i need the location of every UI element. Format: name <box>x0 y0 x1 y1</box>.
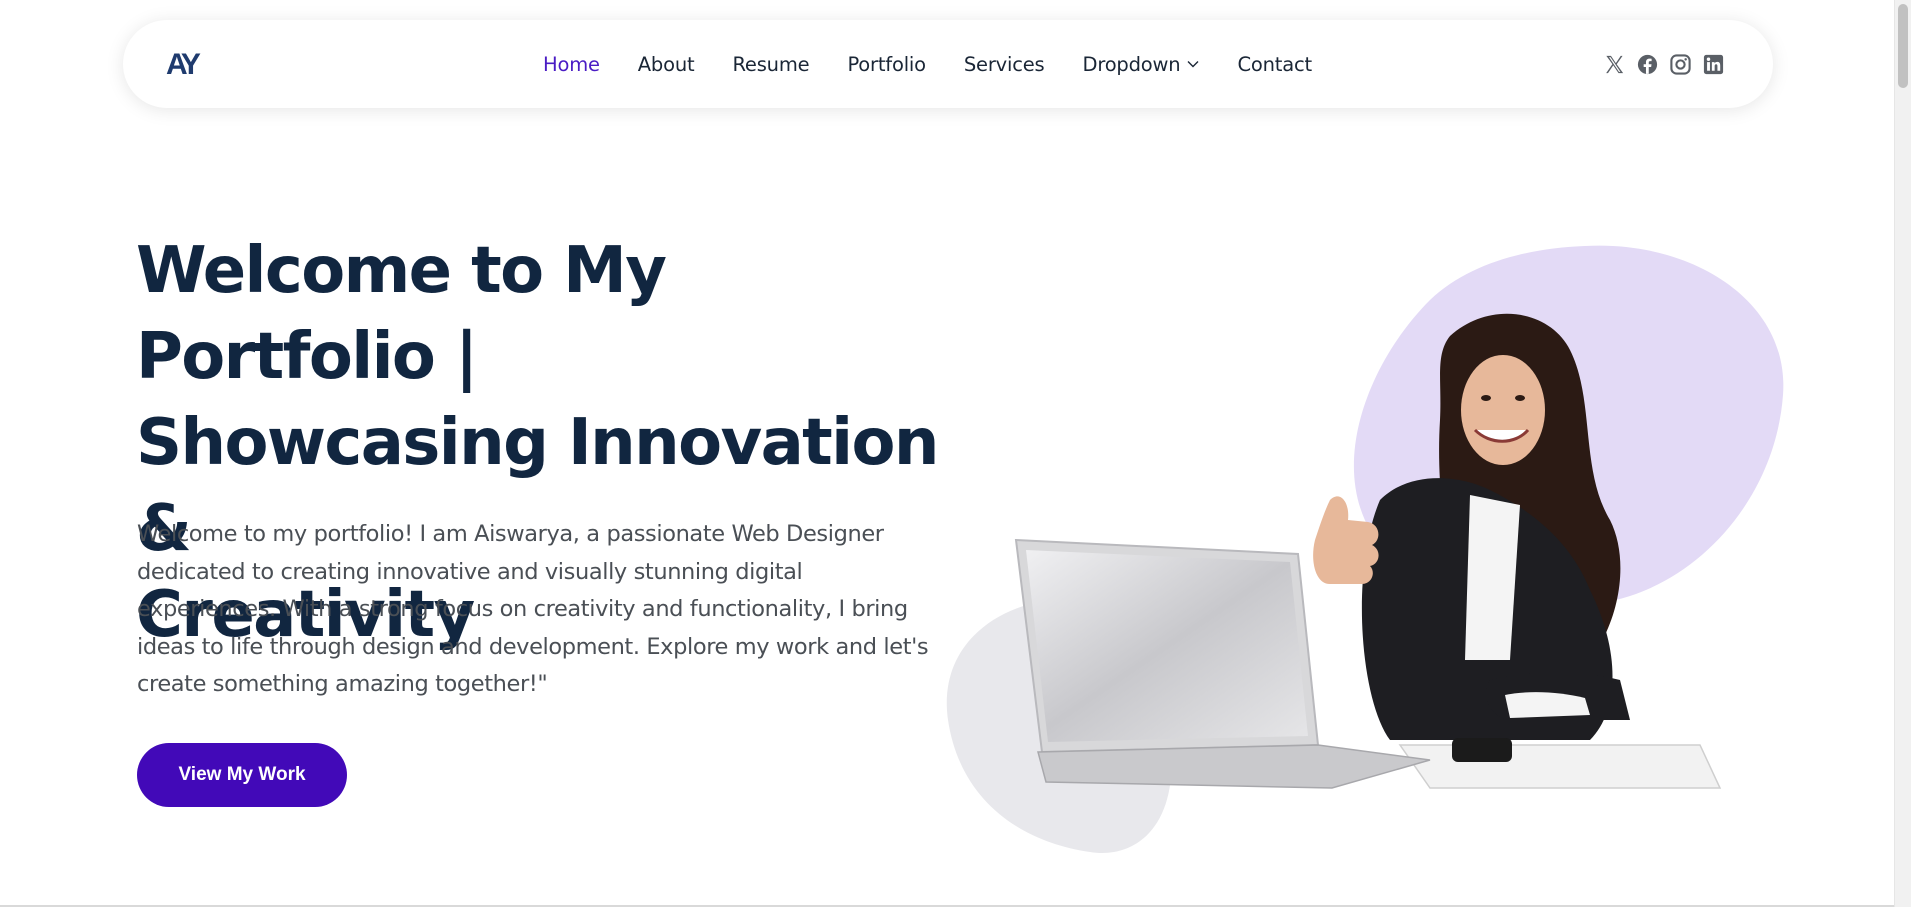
nav-dropdown-label: Dropdown <box>1082 52 1181 76</box>
nav-contact[interactable]: Contact <box>1237 52 1312 76</box>
desk-paper <box>1398 744 1722 789</box>
svg-text:AY: AY <box>166 48 201 80</box>
nav-home[interactable]: Home <box>543 53 600 76</box>
nav-about-label: About <box>637 52 695 76</box>
nav-resume-label: Resume <box>732 52 810 76</box>
nav-resume[interactable]: Resume <box>732 53 809 76</box>
nav-about[interactable]: About <box>638 53 695 76</box>
phone <box>1452 738 1512 762</box>
scrollbar-thumb[interactable] <box>1898 4 1908 88</box>
view-my-work-label: View My Work <box>178 764 306 785</box>
nav-services[interactable]: Services <box>964 53 1045 76</box>
social-links <box>1603 53 1725 76</box>
laptop-base <box>1037 744 1431 789</box>
main-nav: Home About Resume Portfolio Services Dro… <box>543 20 1350 108</box>
nav-services-label: Services <box>963 52 1045 76</box>
facebook-icon[interactable] <box>1636 53 1659 76</box>
hero-illustration <box>946 245 1784 854</box>
nav-contact-label: Contact <box>1237 52 1312 76</box>
nav-portfolio-label: Portfolio <box>847 52 926 76</box>
page-scrollbar[interactable] <box>1894 0 1911 907</box>
nav-home-label: Home <box>543 52 600 76</box>
nav-dropdown[interactable]: Dropdown <box>1083 53 1200 76</box>
chevron-down-icon <box>1187 61 1199 68</box>
instagram-icon[interactable] <box>1669 53 1692 76</box>
hero-description: Welcome to my portfolio! I am Aiswarya, … <box>137 521 929 697</box>
linkedin-icon[interactable] <box>1702 53 1725 76</box>
person-face <box>1461 355 1545 465</box>
nav-portfolio[interactable]: Portfolio <box>847 52 926 76</box>
site-header: AY Home About Resume Portfolio Services … <box>123 20 1773 108</box>
hero-title-line-1: Welcome to My Portfolio | <box>136 234 667 394</box>
view-my-work-button[interactable]: View My Work <box>137 743 347 807</box>
x-icon[interactable] <box>1603 53 1626 76</box>
brand-logo[interactable]: AY <box>166 46 214 80</box>
